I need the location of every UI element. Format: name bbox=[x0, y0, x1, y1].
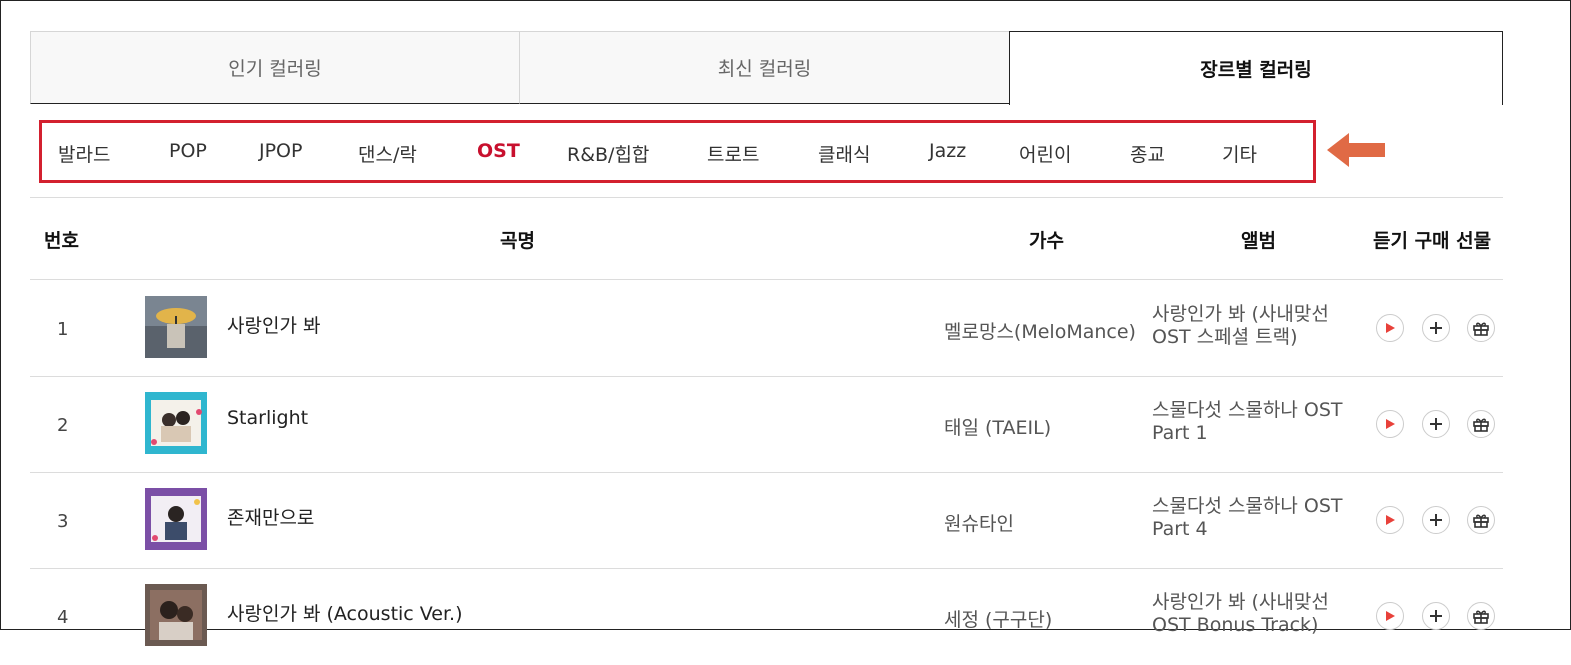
tab-genre[interactable]: 장르별 컬러링 bbox=[1009, 31, 1503, 105]
table-row: 2 Starlight 태일 (TAEIL) 스물다섯 스물하나 OST Par… bbox=[30, 377, 1503, 473]
table-row: 1 사랑인가 봐 멜로망스(MeloMance) 사랑인가 봐 (사내맞선 OS… bbox=[30, 281, 1503, 377]
gift-icon bbox=[1473, 418, 1489, 432]
play-icon bbox=[1386, 515, 1395, 525]
genre-jpop[interactable]: JPOP bbox=[259, 140, 302, 162]
header-title: 곡명 bbox=[500, 230, 535, 252]
divider bbox=[30, 279, 1503, 280]
divider bbox=[30, 197, 1503, 198]
artist-name[interactable]: 세정 (구구단) bbox=[944, 605, 1052, 632]
gift-icon bbox=[1473, 610, 1489, 624]
gift-button[interactable] bbox=[1467, 410, 1495, 438]
rank-number: 1 bbox=[57, 319, 69, 340]
genre-ballad[interactable]: 발라드 bbox=[58, 140, 110, 167]
header-actions: 듣기 구매 선물 bbox=[1373, 230, 1492, 252]
rank-number: 2 bbox=[57, 415, 69, 436]
genre-trot[interactable]: 트로트 bbox=[707, 140, 759, 167]
header-artist: 가수 bbox=[1029, 230, 1064, 252]
plus-icon bbox=[1430, 610, 1442, 622]
genre-pop[interactable]: POP bbox=[169, 140, 207, 162]
gift-icon bbox=[1473, 322, 1489, 336]
play-button[interactable] bbox=[1376, 410, 1404, 438]
tab-latest[interactable]: 최신 컬러링 bbox=[519, 31, 1010, 104]
genre-etc[interactable]: 기타 bbox=[1222, 140, 1257, 167]
song-title[interactable]: 존재만으로 bbox=[227, 503, 314, 530]
table-row: 4 사랑인가 봐 (Acoustic Ver.) 세정 (구구단) 사랑인가 봐… bbox=[30, 569, 1503, 665]
add-button[interactable] bbox=[1422, 506, 1450, 534]
plus-icon bbox=[1430, 322, 1442, 334]
gift-button[interactable] bbox=[1467, 506, 1495, 534]
album-name[interactable]: 스물다섯 스물하나 OST Part 1 bbox=[1152, 399, 1367, 445]
add-button[interactable] bbox=[1422, 314, 1450, 342]
album-cover[interactable] bbox=[145, 296, 207, 358]
genre-religion[interactable]: 종교 bbox=[1130, 140, 1165, 167]
header-rank: 번호 bbox=[44, 230, 79, 252]
genre-classic[interactable]: 클래식 bbox=[818, 140, 870, 167]
play-icon bbox=[1386, 611, 1395, 621]
genre-ost[interactable]: OST bbox=[477, 140, 520, 162]
table-row: 3 존재만으로 원슈타인 스물다섯 스물하나 OST Part 4 bbox=[30, 473, 1503, 569]
play-button[interactable] bbox=[1376, 602, 1404, 630]
album-cover[interactable] bbox=[145, 488, 207, 550]
artist-name[interactable]: 원슈타인 bbox=[944, 509, 1014, 536]
play-button[interactable] bbox=[1376, 314, 1404, 342]
song-title[interactable]: 사랑인가 봐 bbox=[227, 311, 320, 338]
rank-number: 3 bbox=[57, 511, 69, 532]
left-arrow-icon bbox=[1327, 133, 1385, 167]
artist-name[interactable]: 태일 (TAEIL) bbox=[944, 413, 1051, 440]
genre-rnb-hiphop[interactable]: R&B/힙합 bbox=[567, 140, 649, 167]
add-button[interactable] bbox=[1422, 410, 1450, 438]
play-button[interactable] bbox=[1376, 506, 1404, 534]
play-icon bbox=[1386, 419, 1395, 429]
genre-dance-rock[interactable]: 댄스/락 bbox=[358, 140, 417, 167]
genre-highlight-box bbox=[39, 120, 1316, 183]
tab-popular[interactable]: 인기 컬러링 bbox=[30, 31, 520, 104]
gift-button[interactable] bbox=[1467, 314, 1495, 342]
plus-icon bbox=[1430, 514, 1442, 526]
album-cover[interactable] bbox=[145, 584, 207, 646]
gift-icon bbox=[1473, 514, 1489, 528]
gift-button[interactable] bbox=[1467, 602, 1495, 630]
album-name[interactable]: 스물다섯 스물하나 OST Part 4 bbox=[1152, 495, 1367, 541]
header-album: 앨범 bbox=[1241, 230, 1276, 252]
song-title[interactable]: 사랑인가 봐 (Acoustic Ver.) bbox=[227, 599, 463, 626]
album-name[interactable]: 사랑인가 봐 (사내맞선 OST Bonus Track) bbox=[1152, 591, 1367, 637]
artist-name[interactable]: 멜로망스(MeloMance) bbox=[944, 317, 1136, 344]
album-cover[interactable] bbox=[145, 392, 207, 454]
add-button[interactable] bbox=[1422, 602, 1450, 630]
genre-jazz[interactable]: Jazz bbox=[929, 140, 966, 162]
plus-icon bbox=[1430, 418, 1442, 430]
rank-number: 4 bbox=[57, 607, 69, 628]
song-title[interactable]: Starlight bbox=[227, 407, 308, 429]
category-tabs: 인기 컬러링 최신 컬러링 장르별 컬러링 bbox=[30, 31, 1503, 106]
play-icon bbox=[1386, 323, 1395, 333]
genre-kids[interactable]: 어린이 bbox=[1019, 140, 1071, 167]
album-name[interactable]: 사랑인가 봐 (사내맞선 OST 스페셜 트랙) bbox=[1152, 303, 1367, 349]
